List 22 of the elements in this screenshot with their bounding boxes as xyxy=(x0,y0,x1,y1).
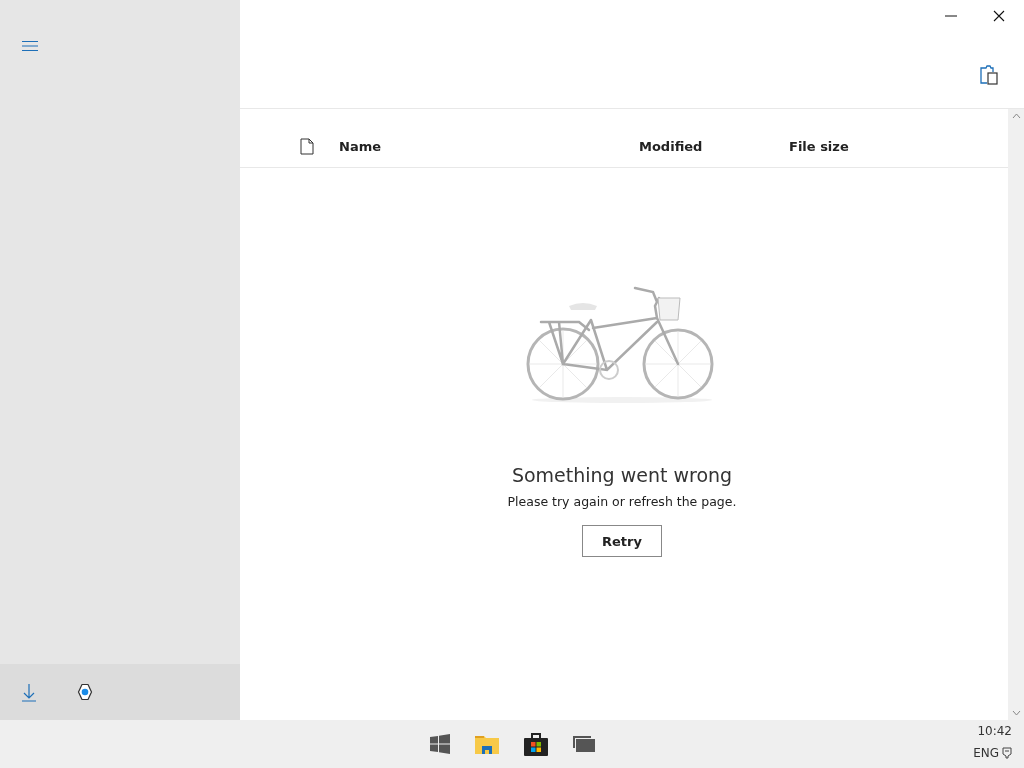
task-view-icon[interactable] xyxy=(573,736,595,752)
column-header[interactable]: File size xyxy=(789,138,849,154)
folder-icon[interactable] xyxy=(475,734,499,754)
settings-icon[interactable] xyxy=(75,682,95,702)
download-icon[interactable] xyxy=(21,682,37,702)
file-icon xyxy=(300,137,314,155)
shopping-bag-icon[interactable] xyxy=(524,732,548,756)
scroll-up-icon[interactable] xyxy=(1011,113,1021,119)
windows-logo-icon[interactable] xyxy=(430,734,450,754)
error-title: Something went wrong xyxy=(511,464,733,486)
retry-button[interactable]: Retry xyxy=(582,525,662,557)
paste-icon[interactable] xyxy=(980,65,998,85)
column-header[interactable]: Name xyxy=(339,138,639,154)
scrollbar[interactable] xyxy=(1008,109,1024,720)
clock[interactable]: 10:42 xyxy=(977,724,1012,738)
scroll-down-icon[interactable] xyxy=(1011,710,1021,716)
language-indicator[interactable]: ENG xyxy=(973,746,999,760)
keyboard-icon[interactable] xyxy=(1002,747,1012,759)
column-header[interactable]: Modified xyxy=(639,138,789,154)
menu-icon[interactable] xyxy=(21,40,39,52)
close-icon[interactable] xyxy=(993,10,1005,22)
error-message: Please try again or refresh the page. xyxy=(507,494,737,509)
